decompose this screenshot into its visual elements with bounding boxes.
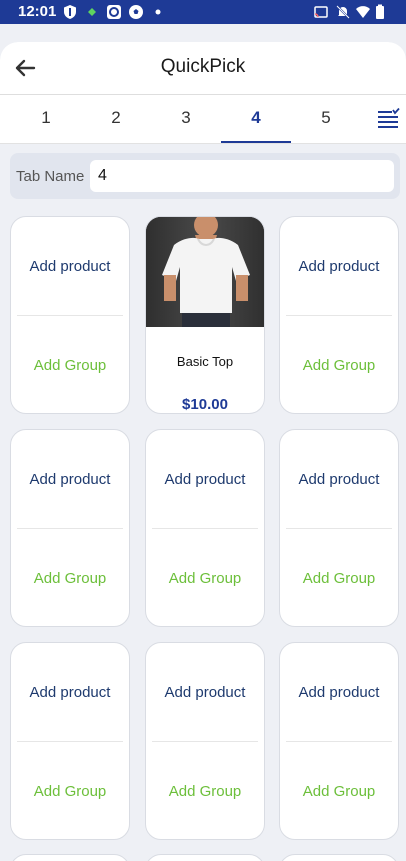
add-product-button[interactable]: Add product: [11, 430, 129, 528]
add-product-button[interactable]: Add product: [11, 643, 129, 741]
tab-4[interactable]: 4: [221, 95, 291, 143]
empty-slot-card-partial: [279, 854, 399, 861]
add-group-button[interactable]: Add Group: [146, 529, 264, 626]
cast-icon: [314, 6, 328, 18]
add-product-button[interactable]: Add product: [280, 643, 398, 741]
page-title: QuickPick: [160, 56, 246, 77]
add-group-button[interactable]: Add Group: [11, 742, 129, 839]
tab-5[interactable]: 5: [291, 95, 361, 143]
status-bar: 12:01: [0, 0, 406, 24]
add-group-button[interactable]: Add Group: [11, 529, 129, 626]
product-price: $10.00: [182, 396, 228, 413]
app-icon: [107, 5, 121, 19]
empty-slot-card: Add product Add Group: [145, 429, 265, 627]
add-group-button[interactable]: Add Group: [280, 316, 398, 413]
diamond-icon: [88, 8, 96, 16]
quickpick-sheet: QuickPick 1 2 3 4 5 Tab Name Add product…: [0, 42, 406, 861]
add-product-button[interactable]: Add product: [280, 430, 398, 528]
tab-1[interactable]: 1: [11, 95, 81, 143]
status-time: 12:01: [18, 3, 57, 20]
notification-dot-icon: [155, 9, 161, 15]
add-group-button[interactable]: Add Group: [11, 316, 129, 413]
add-product-button[interactable]: Add product: [11, 217, 129, 315]
wifi-icon: [356, 6, 370, 18]
tab-name-row: Tab Name: [10, 153, 400, 199]
empty-slot-card: Add product Add Group: [279, 429, 399, 627]
tab-2[interactable]: 2: [81, 95, 151, 143]
empty-slot-card: Add product Add Group: [10, 429, 130, 627]
empty-slot-card: Add product Add Group: [279, 216, 399, 414]
tab-name-label: Tab Name: [16, 168, 85, 185]
list-menu-icon[interactable]: [376, 108, 400, 130]
empty-slot-card: Add product Add Group: [145, 642, 265, 840]
product-card[interactable]: Basic Top $10.00: [145, 216, 265, 414]
tab-bar: 1 2 3 4 5: [0, 95, 406, 144]
add-product-button[interactable]: Add product: [146, 643, 264, 741]
empty-slot-card-partial: [10, 854, 130, 861]
product-name: Basic Top: [176, 354, 234, 369]
header: QuickPick: [0, 42, 406, 95]
shield-icon: [64, 5, 76, 19]
empty-slot-card: Add product Add Group: [10, 642, 130, 840]
empty-slot-card-partial: [145, 854, 265, 861]
add-product-button[interactable]: Add product: [146, 430, 264, 528]
add-product-button[interactable]: Add product: [280, 217, 398, 315]
product-image: [146, 217, 264, 327]
add-group-button[interactable]: Add Group: [280, 742, 398, 839]
tab-name-input[interactable]: [90, 160, 394, 192]
battery-icon: [376, 4, 384, 19]
tab-3[interactable]: 3: [151, 95, 221, 143]
soccer-ball-icon: [129, 5, 143, 19]
empty-slot-card: Add product Add Group: [10, 216, 130, 414]
add-group-button[interactable]: Add Group: [280, 529, 398, 626]
empty-slot-card: Add product Add Group: [279, 642, 399, 840]
add-group-button[interactable]: Add Group: [146, 742, 264, 839]
mute-icon: [336, 5, 350, 19]
